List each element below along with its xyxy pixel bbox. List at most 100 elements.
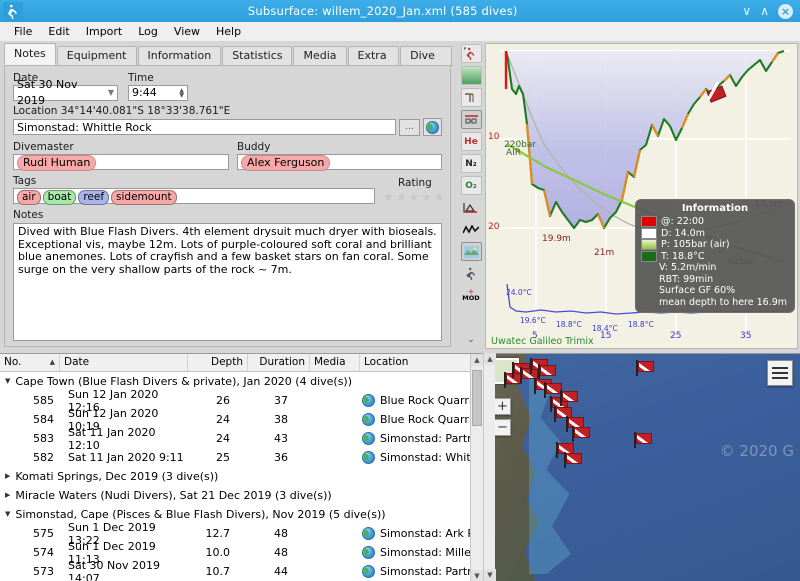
column-header-duration[interactable]: Duration — [248, 354, 310, 371]
notes-textarea[interactable]: Dived with Blue Flash Divers. 4th elemen… — [13, 223, 442, 341]
dive-site-marker[interactable] — [636, 360, 655, 376]
column-header-media[interactable]: Media — [310, 354, 360, 371]
temp-marker-3: 18.8°C — [556, 320, 582, 329]
map-zoom-in-button[interactable]: + — [494, 398, 511, 415]
menu-item-edit[interactable]: Edit — [40, 23, 77, 40]
scroll-up-icon[interactable]: ▲ — [471, 354, 483, 366]
time-tick-35: 35 — [740, 331, 751, 341]
map-zoom-out-button[interactable]: − — [494, 419, 511, 436]
tags-input[interactable]: airboatreefsidemount — [13, 188, 375, 204]
location-globe-button[interactable] — [423, 118, 442, 136]
scroll-up-icon[interactable]: ▲ — [484, 353, 496, 365]
heliox-icon[interactable]: He — [461, 132, 482, 151]
menu-item-help[interactable]: Help — [208, 23, 249, 40]
trip-row[interactable]: ▶ Komati Springs, Dec 2019 (3 dive(s)) — [0, 467, 483, 486]
tab-extra-info[interactable]: Extra Info — [348, 46, 400, 65]
table-row[interactable]: 583 Sat 11 Jan 2020 12:10 24 43 Simonsta… — [0, 429, 483, 448]
dive-profile-chart[interactable]: 10 20 5 15 25 35 220bar AIR 62bar 13.5m … — [485, 43, 798, 349]
map-menu-button[interactable] — [767, 360, 793, 386]
tab-media[interactable]: Media — [293, 46, 346, 65]
tags-label: Tags — [13, 175, 375, 187]
menu-item-file[interactable]: File — [6, 23, 40, 40]
column-header-date[interactable]: Date — [60, 354, 188, 371]
nitrogen-icon[interactable]: N₂ — [461, 154, 482, 173]
location-input[interactable]: Simonstad: Whittle Rock — [13, 119, 396, 135]
dive-details-pane: Notes Equipment Information Statistics M… — [0, 41, 457, 351]
tag-sidemount[interactable]: sidemount — [111, 190, 177, 205]
time-input[interactable]: 9:44 ▲▼ — [128, 85, 188, 101]
buddy-input[interactable]: Alex Ferguson — [237, 154, 442, 170]
rating-label: Rating — [383, 177, 447, 189]
chevron-down-icon[interactable]: ▼ — [5, 505, 10, 524]
column-header-location[interactable]: Location — [360, 354, 470, 371]
date-input[interactable]: Sat 30 Nov 2019 ▼ — [13, 85, 118, 101]
dive-flag-icon — [566, 453, 582, 464]
scrollbar-thumb[interactable] — [472, 370, 482, 426]
table-row[interactable]: 582 Sat 11 Jan 2020 9:11 25 36 Simonstad… — [0, 448, 483, 467]
tab-notes[interactable]: Notes — [4, 43, 56, 65]
depth-tick-10: 10 — [488, 132, 499, 142]
trip-row[interactable]: ▶ Miracle Waters (Nudi Divers), Sat 21 D… — [0, 486, 483, 505]
tab-equipment[interactable]: Equipment — [57, 46, 137, 65]
info-depth: D: 14.0m — [661, 228, 705, 239]
scuba-diver-icon[interactable] — [461, 264, 482, 283]
dive-no: 574 — [0, 546, 60, 559]
calculated-ceiling-icon[interactable] — [461, 88, 482, 107]
ceiling-tissue-icon[interactable] — [461, 110, 482, 129]
oxygen-icon[interactable]: O₂ — [461, 176, 482, 195]
map-panel[interactable]: © 2020 G + − — [483, 353, 800, 581]
temp-marker-2: 19.6°C — [520, 316, 546, 325]
close-icon[interactable]: × — [778, 4, 793, 19]
dive-list[interactable]: No. ▲ Date Depth Duration Media Location… — [0, 353, 483, 581]
dive-duration: 43 — [248, 432, 310, 445]
dive-flag-icon — [540, 365, 556, 376]
chevron-down-icon[interactable]: ▼ — [108, 85, 114, 101]
dive-profile-pane: He N₂ O₂ + MOD ⌄ — [457, 41, 800, 351]
information-title: Information — [641, 203, 789, 214]
tab-information[interactable]: Information — [138, 46, 222, 65]
scroll-down-icon[interactable]: ▼ — [484, 569, 496, 581]
location-label: Location 34°14'40.081"S 18°33'38.761"E — [13, 105, 442, 117]
menu-item-import[interactable]: Import — [78, 23, 131, 40]
dive-site-marker[interactable] — [560, 390, 579, 406]
tab-bar: Notes Equipment Information Statistics M… — [4, 44, 453, 66]
menu-bar: File Edit Import Log View Help — [0, 22, 800, 41]
rating-stars[interactable]: ★★★★★ — [383, 190, 447, 204]
notes-tab-panel: Date Sat 30 Nov 2019 ▼ Time 9:44 ▲▼ — [4, 65, 451, 347]
dive-site-marker[interactable] — [564, 452, 583, 468]
menu-item-log[interactable]: Log — [130, 23, 166, 40]
scale-diver-icon[interactable] — [461, 44, 482, 63]
dc-reported-ceiling-icon[interactable] — [461, 66, 482, 85]
location-browse-button[interactable]: ... — [399, 119, 421, 136]
menu-item-view[interactable]: View — [166, 23, 208, 40]
dive-flag-icon — [562, 391, 578, 402]
tag-boat[interactable]: boat — [43, 190, 77, 205]
divemaster-input[interactable]: Rudi Human — [13, 154, 229, 170]
dive-duration: 36 — [248, 451, 310, 464]
map-pane-scrollbar[interactable]: ▲ ▼ — [483, 353, 495, 581]
heartrate-icon[interactable] — [461, 220, 482, 239]
globe-icon — [426, 121, 439, 134]
chevron-down-icon[interactable]: ⌄ — [461, 330, 482, 349]
dive-no: 585 — [0, 394, 60, 407]
chevron-down-icon[interactable]: ▼ — [5, 372, 10, 391]
chevron-right-icon[interactable]: ▶ — [5, 486, 10, 505]
dive-location: Blue Rock Quarrie — [356, 394, 483, 407]
tag-air[interactable]: air — [17, 190, 41, 205]
column-header-depth[interactable]: Depth — [188, 354, 248, 371]
tag-reef[interactable]: reef — [78, 190, 109, 205]
column-header-no[interactable]: No. ▲ — [0, 354, 60, 371]
tissue-graph-icon[interactable] — [461, 198, 482, 217]
photos-icon[interactable] — [461, 242, 482, 261]
maximize-icon[interactable]: ∧ — [760, 4, 769, 18]
mod-icon[interactable]: + MOD — [461, 286, 482, 305]
dive-list-scrollbar[interactable]: ▲ ▼ — [470, 354, 483, 581]
tab-dive-sites[interactable]: Dive sites — [400, 46, 452, 65]
chevron-right-icon[interactable]: ▶ — [5, 467, 10, 486]
spinner-icon[interactable]: ▲▼ — [179, 88, 184, 98]
minimize-icon[interactable]: ∨ — [742, 4, 751, 18]
scroll-down-icon[interactable]: ▼ — [471, 570, 483, 581]
dive-site-marker[interactable] — [572, 426, 591, 442]
tab-statistics[interactable]: Statistics — [222, 46, 292, 65]
dive-site-marker[interactable] — [634, 432, 653, 448]
